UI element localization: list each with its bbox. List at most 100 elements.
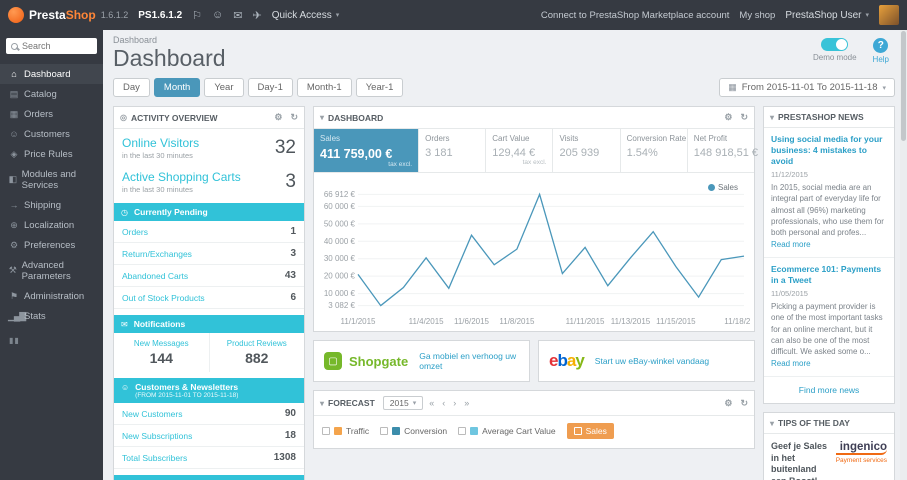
filter-month-1-button[interactable]: Month-1 bbox=[296, 78, 352, 97]
onboarding-rocket-icon[interactable]: ✈ bbox=[252, 9, 261, 22]
sidebar-item-localization[interactable]: ⊕ Localization bbox=[0, 215, 103, 235]
kpi-tab-orders[interactable]: Orders 3 181 bbox=[419, 129, 487, 172]
color-swatch bbox=[392, 427, 401, 435]
refresh-icon[interactable]: ↻ bbox=[740, 398, 748, 409]
refresh-icon[interactable]: ↻ bbox=[290, 112, 298, 123]
row-link[interactable]: Return/Exchanges bbox=[122, 249, 192, 259]
previous-button[interactable]: ‹ bbox=[440, 398, 447, 408]
shop-icon[interactable]: ⚐ bbox=[192, 9, 202, 22]
kpi-tab-net-profit[interactable]: Net Profit 148 918,51 € bbox=[688, 129, 758, 172]
filter-day-button[interactable]: Day bbox=[113, 78, 150, 97]
sidebar-collapse-button[interactable]: ▮▮ bbox=[0, 326, 103, 355]
cell-value: 144 bbox=[149, 350, 173, 366]
forecast-legend-traffic[interactable]: Traffic bbox=[322, 426, 369, 436]
row-link[interactable]: Abandoned Carts bbox=[122, 271, 188, 281]
find-more-news-link[interactable]: Find more news bbox=[764, 377, 894, 403]
main-content: Dashboard Dashboard Demo mode ? Help Day… bbox=[103, 30, 907, 480]
last-page-button[interactable]: » bbox=[462, 398, 471, 408]
kpi-tab-visits[interactable]: Visits 205 939 bbox=[553, 129, 621, 172]
sidebar-item-administration[interactable]: ⚑ Administration bbox=[0, 286, 103, 306]
sidebar-item-orders[interactable]: ▦ Orders bbox=[0, 104, 103, 124]
svg-text:11/15/2015: 11/15/2015 bbox=[656, 317, 696, 326]
settings-gear-icon[interactable]: ⚙ bbox=[274, 112, 282, 123]
toggle-knob bbox=[836, 39, 848, 50]
scrollbar[interactable] bbox=[900, 30, 907, 480]
row-link[interactable]: Out of Stock Products bbox=[122, 293, 205, 303]
kpi-tab-sales[interactable]: Sales 411 759,00 € tax excl. bbox=[314, 129, 420, 172]
globe-icon: ⊕ bbox=[10, 219, 18, 230]
sidebar-item-customers[interactable]: ☺ Customers bbox=[0, 124, 103, 144]
svg-text:11/13/2015: 11/13/2015 bbox=[611, 317, 651, 326]
product-reviews-cell[interactable]: Product Reviews 882 bbox=[210, 333, 305, 372]
shopgate-brand: Shopgate bbox=[349, 353, 409, 369]
legend-label: Conversion bbox=[404, 426, 448, 436]
filter-year-button[interactable]: Year bbox=[204, 78, 244, 97]
new-messages-cell[interactable]: New Messages 144 bbox=[114, 333, 210, 372]
scrollbar-thumb[interactable] bbox=[901, 31, 906, 141]
read-more-link[interactable]: Read more bbox=[771, 359, 811, 368]
help-icon[interactable]: ? bbox=[873, 38, 889, 53]
read-more-link[interactable]: Read more bbox=[771, 240, 811, 249]
row-value: 18 bbox=[284, 430, 296, 441]
sidebar-item-stats[interactable]: ▁▄▇ Stats bbox=[0, 306, 103, 326]
customers-row-subscriptions: New Subscriptions 18 bbox=[114, 425, 304, 447]
news-article-date: 11/05/2015 bbox=[771, 289, 808, 299]
first-page-button[interactable]: « bbox=[427, 398, 436, 408]
settings-gear-icon[interactable]: ⚙ bbox=[724, 112, 732, 123]
customers-icon[interactable]: ☺ bbox=[212, 9, 223, 21]
forecast-legend-conversion[interactable]: Conversion bbox=[380, 426, 447, 436]
sidebar-item-price-rules[interactable]: ◈ Price Rules bbox=[0, 144, 103, 164]
refresh-icon[interactable]: ↻ bbox=[740, 112, 748, 123]
row-link[interactable]: New Subscriptions bbox=[122, 431, 192, 441]
user-avatar[interactable] bbox=[879, 5, 899, 25]
quick-access-label: Quick Access bbox=[271, 9, 332, 21]
forecast-legend-average-cart-value[interactable]: Average Cart Value bbox=[458, 426, 556, 436]
sidebar-item-preferences[interactable]: ⚙ Preferences bbox=[0, 235, 103, 255]
filter-month-button[interactable]: Month bbox=[153, 78, 201, 97]
messages-icon[interactable]: ✉ bbox=[233, 9, 242, 22]
filter-year-1-button[interactable]: Year-1 bbox=[355, 78, 404, 97]
date-range-picker[interactable]: ▦ From 2015-11-01 To 2015-11-18 ▾ bbox=[719, 78, 895, 97]
color-swatch bbox=[470, 427, 479, 435]
sidebar-item-modules[interactable]: ◧ Modules and Services bbox=[0, 164, 103, 195]
my-shop-link[interactable]: My shop bbox=[739, 10, 775, 21]
forecast-legend-sales[interactable]: Sales bbox=[566, 423, 614, 439]
sidebar-item-advanced-parameters[interactable]: ⚒ Advanced Parameters bbox=[0, 255, 103, 286]
checkbox bbox=[573, 427, 582, 435]
legend-dot bbox=[707, 184, 715, 191]
panel-title: ACTIVITY OVERVIEW bbox=[130, 112, 218, 123]
quick-access-menu[interactable]: Quick Access ▾ bbox=[272, 10, 340, 21]
shop-name-link[interactable]: PS1.6.1.2 bbox=[138, 10, 182, 21]
news-article-title[interactable]: Using social media for your business: 4 … bbox=[771, 134, 887, 167]
row-link[interactable]: Total Subscribers bbox=[122, 453, 187, 463]
prestashop-logo-icon bbox=[8, 7, 24, 23]
ebay-promo-link[interactable]: Start uw eBay-winkel vandaag bbox=[595, 356, 709, 366]
sidebar-item-catalog[interactable]: ▤ Catalog bbox=[0, 84, 103, 104]
next-button[interactable]: › bbox=[451, 398, 458, 408]
help-label[interactable]: Help bbox=[873, 55, 889, 64]
prestashop-logo[interactable]: PrestaShop 1.6.1.2 bbox=[8, 7, 128, 23]
marketplace-link[interactable]: Connect to PrestaShop Marketplace accoun… bbox=[541, 10, 730, 21]
demo-mode-toggle[interactable] bbox=[821, 38, 849, 51]
active-carts-link[interactable]: Active Shopping Carts bbox=[122, 170, 241, 184]
chevron-down-icon: ▾ bbox=[882, 84, 886, 92]
filter-day-1-button[interactable]: Day-1 bbox=[247, 78, 293, 97]
row-link[interactable]: Orders bbox=[122, 227, 148, 237]
page-header: Dashboard Dashboard Demo mode ? Help bbox=[113, 35, 895, 72]
kpi-tab-conversion-rate[interactable]: Conversion Rate 1.54% bbox=[621, 129, 688, 172]
sidebar-item-dashboard[interactable]: ⌂ Dashboard bbox=[0, 64, 103, 84]
shopgate-promo-link[interactable]: Ga mobiel en verhoog uw omzet bbox=[419, 351, 519, 371]
news-article-title[interactable]: Ecommerce 101: Payments in a Tweet bbox=[771, 264, 887, 286]
search-input[interactable] bbox=[22, 41, 92, 51]
settings-gear-icon[interactable]: ⚙ bbox=[724, 398, 732, 409]
breadcrumb[interactable]: Dashboard bbox=[113, 35, 226, 45]
sidebar-item-shipping[interactable]: → Shipping bbox=[0, 195, 103, 215]
sales-line-chart[interactable]: 66 912 € 60 000 € 50 000 € 40 000 € 30 000 €… bbox=[318, 181, 750, 331]
forecast-year-select[interactable]: 2015 ▾ bbox=[382, 396, 424, 410]
online-visitors-link[interactable]: Online Visitors bbox=[122, 136, 199, 150]
pending-row-returns: Return/Exchanges 3 bbox=[114, 243, 304, 265]
kpi-tab-cart-value[interactable]: Cart Value 129,44 € tax excl. bbox=[486, 129, 554, 172]
user-menu[interactable]: PrestaShop User ▾ bbox=[785, 10, 869, 21]
row-link[interactable]: New Customers bbox=[122, 409, 182, 419]
active-carts-stat: Active Shopping Carts in the last 30 min… bbox=[114, 163, 304, 197]
